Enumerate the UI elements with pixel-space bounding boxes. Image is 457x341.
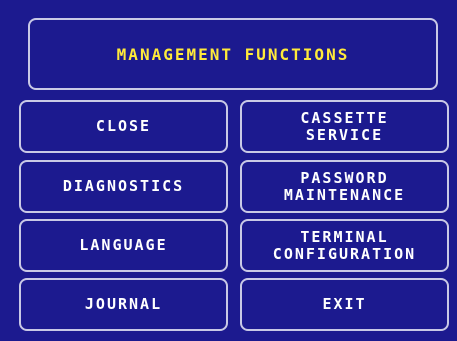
- close-button-label: CLOSE: [95, 117, 152, 135]
- close-button[interactable]: CLOSE: [19, 100, 228, 153]
- cassette-service-button-label: CASSETTE SERVICE: [300, 108, 389, 144]
- journal-button-label: JOURNAL: [84, 295, 163, 313]
- terminal-configuration-button[interactable]: TERMINAL CONFIGURATION: [240, 219, 449, 272]
- password-maintenance-button-label: PASSWORD MAINTENANCE: [283, 168, 406, 204]
- language-button-label: LANGUAGE: [79, 236, 168, 254]
- atm-screen: MANAGEMENT FUNCTIONS CLOSE DIAGNOSTICS L…: [0, 0, 457, 341]
- journal-button[interactable]: JOURNAL: [19, 278, 228, 331]
- exit-button-label: EXIT: [322, 295, 367, 313]
- diagnostics-button-label: DIAGNOSTICS: [62, 177, 185, 195]
- diagnostics-button[interactable]: DIAGNOSTICS: [19, 160, 228, 213]
- language-button[interactable]: LANGUAGE: [19, 219, 228, 272]
- terminal-configuration-button-label: TERMINAL CONFIGURATION: [272, 227, 417, 263]
- cassette-service-button[interactable]: CASSETTE SERVICE: [240, 100, 449, 153]
- title-panel: MANAGEMENT FUNCTIONS: [28, 18, 438, 90]
- exit-button[interactable]: EXIT: [240, 278, 449, 331]
- password-maintenance-button[interactable]: PASSWORD MAINTENANCE: [240, 160, 449, 213]
- page-title: MANAGEMENT FUNCTIONS: [116, 44, 350, 64]
